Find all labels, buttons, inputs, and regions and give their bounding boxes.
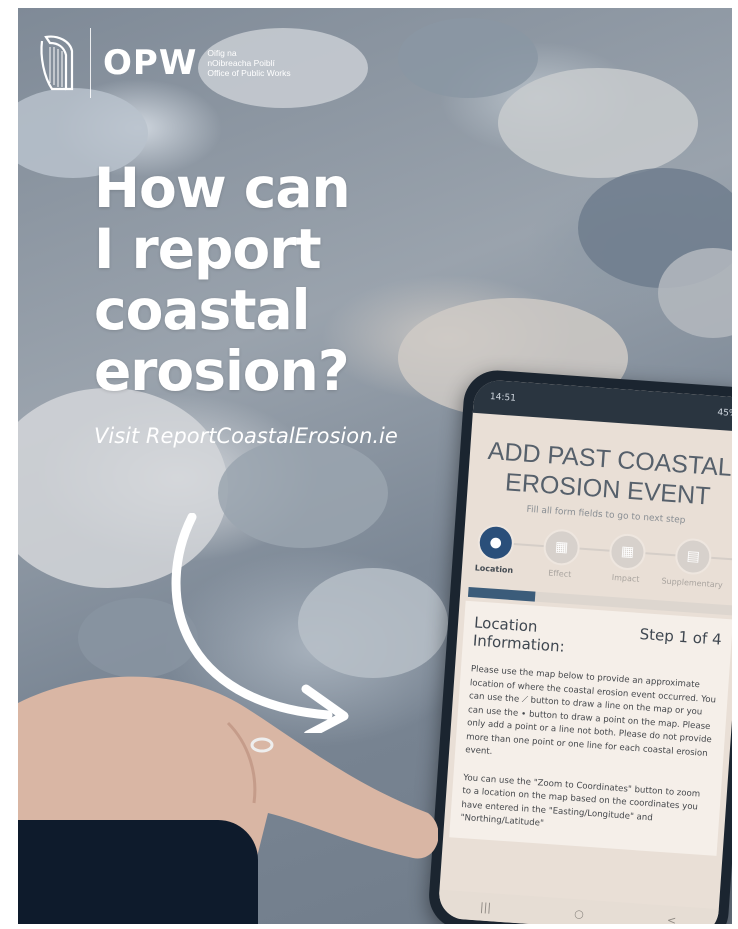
jacket-sleeve bbox=[18, 820, 258, 924]
android-nav-bar: ||| ○ < bbox=[437, 889, 719, 924]
opw-subtitle-line: nOibreacha Poiblí bbox=[207, 58, 275, 68]
step-label: Effect bbox=[547, 568, 572, 580]
opw-logo: OPW Oifig na nOibreacha Poiblí Office of… bbox=[36, 28, 291, 98]
step-indicator: ● Location ▦ Effect ▦ Impact ▤ Supplemen… bbox=[474, 523, 732, 592]
phone-screen: 14:51 45% ADD PAST COASTAL EROSION EVENT… bbox=[437, 378, 732, 924]
opw-subtitle-line: Office of Public Works bbox=[207, 68, 291, 78]
step-effect[interactable]: ▦ Effect bbox=[530, 527, 593, 580]
recent-apps-button[interactable]: ||| bbox=[480, 900, 492, 914]
pebble bbox=[398, 18, 538, 98]
smartphone: 14:51 45% ADD PAST COASTAL EROSION EVENT… bbox=[426, 368, 732, 924]
instructions-paragraph: Please use the map below to provide an a… bbox=[464, 664, 717, 759]
headline-line: coastal bbox=[94, 278, 310, 342]
info-header: Location Information: Step 1 of 4 bbox=[472, 613, 722, 666]
progress-fill bbox=[467, 586, 535, 602]
step-supplementary[interactable]: ▤ Supplementary bbox=[661, 536, 724, 590]
step-count-label: Step 1 of 4 bbox=[639, 625, 723, 649]
opw-subtitle-line: Oifig na bbox=[207, 48, 237, 58]
step-label: Impact bbox=[611, 572, 640, 584]
status-time: 14:51 bbox=[489, 391, 517, 404]
home-button[interactable]: ○ bbox=[574, 907, 584, 921]
pebble bbox=[498, 68, 698, 178]
grid-icon: ▦ bbox=[608, 532, 647, 572]
step-label: Supplementary bbox=[661, 576, 724, 590]
document-icon: ▦ bbox=[542, 528, 581, 567]
file-icon: ▤ bbox=[674, 537, 713, 576]
photo-background: OPW Oifig na nOibreacha Poiblí Office of… bbox=[18, 8, 732, 924]
location-info-panel: Location Information: Step 1 of 4 Please… bbox=[449, 600, 732, 856]
form-title: ADD PAST COASTAL EROSION EVENT bbox=[467, 435, 732, 514]
back-button[interactable]: < bbox=[667, 913, 677, 924]
section-title: Location Information: bbox=[472, 613, 566, 655]
headline-line: How can bbox=[94, 156, 351, 220]
step-impact[interactable]: ▦ Impact bbox=[595, 532, 658, 585]
opw-subtitle: Oifig na nOibreacha Poiblí Office of Pub… bbox=[207, 48, 290, 78]
headline-line: I report bbox=[94, 217, 322, 281]
step-location[interactable]: ● Location bbox=[464, 523, 527, 576]
zoom-instructions-paragraph: You can use the "Zoom to Coordinates" bu… bbox=[460, 772, 701, 829]
headline: How can I report coastal erosion? bbox=[94, 156, 351, 403]
battery-level: 45% bbox=[717, 407, 732, 420]
headline-line: erosion? bbox=[94, 339, 350, 403]
visit-url-text: Visit ReportCoastalErosion.ie bbox=[94, 424, 398, 448]
harp-icon bbox=[40, 35, 74, 91]
step-label: Location bbox=[474, 563, 514, 575]
logo-divider bbox=[90, 28, 91, 98]
opw-wordmark: OPW bbox=[103, 43, 198, 83]
location-pin-icon: ● bbox=[476, 523, 516, 562]
